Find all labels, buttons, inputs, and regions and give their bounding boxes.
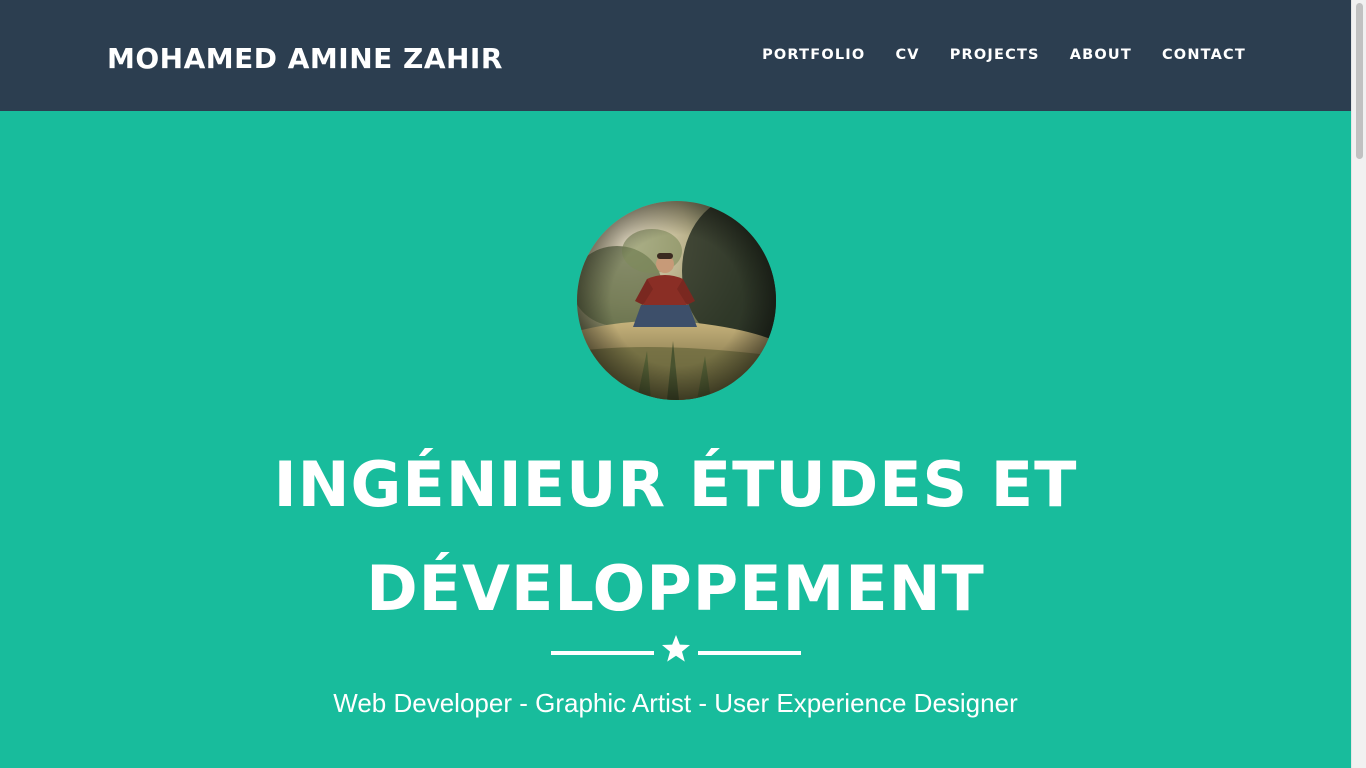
hero-section: INGÉNIEUR ÉTUDES ET DÉVELOPPEMENT Web De… — [0, 111, 1351, 768]
page-scrollbar[interactable] — [1351, 0, 1366, 768]
nav-item-portfolio[interactable]: PORTFOLIO — [762, 47, 865, 63]
nav-item-cv[interactable]: CV — [895, 47, 919, 63]
nav-item-about[interactable]: ABOUT — [1070, 47, 1132, 63]
scrollbar-thumb[interactable] — [1356, 3, 1363, 159]
nav-menu: PORTFOLIO CV PROJECTS ABOUT CONTACT — [762, 47, 1246, 63]
star-divider — [551, 634, 801, 668]
divider-line-right — [698, 651, 801, 655]
star-icon — [662, 635, 690, 662]
avatar — [577, 201, 776, 400]
hero-headline: INGÉNIEUR ÉTUDES ET DÉVELOPPEMENT — [0, 433, 1351, 641]
hero-tagline: Web Developer - Graphic Artist - User Ex… — [333, 688, 1018, 718]
headline-line-1: INGÉNIEUR ÉTUDES ET — [273, 448, 1078, 521]
site-brand-link[interactable]: MOHAMED AMINE ZAHIR — [107, 42, 503, 75]
nav-item-contact[interactable]: CONTACT — [1162, 47, 1246, 63]
nav-item-projects[interactable]: PROJECTS — [950, 47, 1040, 63]
profile-photo — [577, 201, 776, 400]
divider-line-left — [551, 651, 654, 655]
navbar: MOHAMED AMINE ZAHIR PORTFOLIO CV PROJECT… — [0, 0, 1351, 111]
page: MOHAMED AMINE ZAHIR PORTFOLIO CV PROJECT… — [0, 0, 1366, 768]
headline-line-2: DÉVELOPPEMENT — [366, 552, 985, 625]
